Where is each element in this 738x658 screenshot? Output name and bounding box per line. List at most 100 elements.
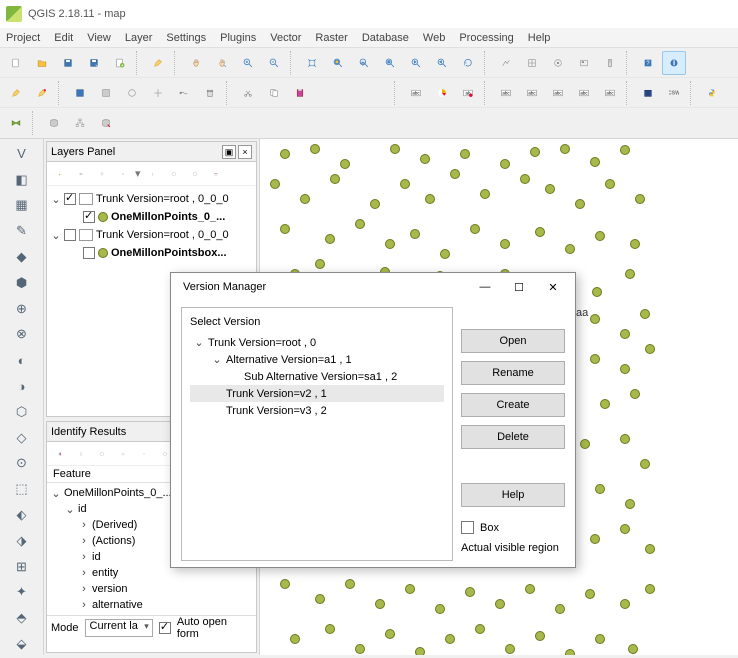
menu-web[interactable]: Web: [423, 32, 445, 44]
left-tool-7[interactable]: ⊗: [8, 324, 36, 346]
left-tool-11[interactable]: ◇: [8, 427, 36, 449]
help-button[interactable]: Help: [461, 483, 565, 507]
left-tool-2[interactable]: ▦: [8, 195, 36, 217]
db-cylinder-button[interactable]: [42, 111, 66, 135]
zoom-last-button[interactable]: [404, 51, 428, 75]
expr-button[interactable]: ε: [114, 165, 132, 183]
style-button[interactable]: [51, 165, 69, 183]
abc-pin-button[interactable]: abc: [494, 81, 518, 105]
zoom-in-button[interactable]: [236, 51, 260, 75]
zoom-native-button[interactable]: [378, 51, 402, 75]
delete-button[interactable]: [198, 81, 222, 105]
layer-group[interactable]: ⌄Trunk Version=root , 0_0_0: [49, 226, 254, 244]
menu-raster[interactable]: Raster: [315, 32, 347, 44]
node-tool-button[interactable]: [172, 81, 196, 105]
tool-x1-button[interactable]: [494, 51, 518, 75]
new-project-button[interactable]: [4, 51, 28, 75]
abc-highlight-button[interactable]: ab: [456, 81, 480, 105]
help-button[interactable]: ?: [636, 51, 660, 75]
left-tool-9[interactable]: ◑: [8, 375, 36, 397]
edit-pencil-button[interactable]: [4, 81, 28, 105]
refresh-canvas-button[interactable]: [456, 51, 480, 75]
collapse-button[interactable]: [186, 165, 204, 183]
mouse-button[interactable]: [598, 51, 622, 75]
menu-database[interactable]: Database: [362, 32, 409, 44]
save-as-button[interactable]: [82, 51, 106, 75]
rename-button[interactable]: Rename: [461, 361, 565, 385]
left-tool-14[interactable]: ⬖: [8, 504, 36, 526]
pan-button[interactable]: [184, 51, 208, 75]
refresh-button[interactable]: [146, 51, 170, 75]
box-checkbox[interactable]: [461, 521, 474, 534]
left-tool-18[interactable]: ⬘: [8, 607, 36, 629]
edit2-button[interactable]: [30, 81, 54, 105]
open-project-button[interactable]: [30, 51, 54, 75]
cut-button[interactable]: [236, 81, 260, 105]
zoom-out-button[interactable]: [262, 51, 286, 75]
paste-button[interactable]: [288, 81, 312, 105]
save-edits-button[interactable]: [68, 81, 92, 105]
layer-item[interactable]: OneMillonPointsbox...: [49, 244, 254, 262]
menu-plugins[interactable]: Plugins: [220, 32, 256, 44]
menu-vector[interactable]: Vector: [270, 32, 301, 44]
zoom-layer-button[interactable]: [352, 51, 376, 75]
version-item[interactable]: Trunk Version=v2 , 1: [190, 385, 444, 402]
id-tool3[interactable]: [93, 445, 111, 463]
zoom-next-button[interactable]: [430, 51, 454, 75]
expand-button[interactable]: [165, 165, 183, 183]
layer-tree[interactable]: ⌄Trunk Version=root , 0_0_0OneMillonPoin…: [47, 186, 256, 266]
zoom-full-button[interactable]: [300, 51, 324, 75]
left-tool-17[interactable]: ✦: [8, 582, 36, 604]
left-tool-10[interactable]: ⬡: [8, 401, 36, 423]
layer-item[interactable]: OneMillonPoints_0_...: [49, 208, 254, 226]
left-tool-0[interactable]: V: [8, 143, 36, 165]
new-layer-button[interactable]: [108, 51, 132, 75]
version-item[interactable]: ⌄Trunk Version=root , 0: [190, 334, 444, 351]
identify-row[interactable]: ›alternative: [51, 597, 252, 613]
id-tool4[interactable]: [114, 445, 132, 463]
version-item[interactable]: Trunk Version=v3 , 2: [190, 402, 444, 419]
abc-show-button[interactable]: abc: [520, 81, 544, 105]
tool-x3-button[interactable]: [546, 51, 570, 75]
add-ring-button[interactable]: [120, 81, 144, 105]
add-feature-button[interactable]: [94, 81, 118, 105]
visibility-button[interactable]: [72, 165, 90, 183]
left-tool-1[interactable]: ◧: [8, 169, 36, 191]
identify-button[interactable]: i: [662, 51, 686, 75]
left-tool-3[interactable]: ✎: [8, 220, 36, 242]
close-icon[interactable]: ✕: [539, 277, 567, 297]
menu-edit[interactable]: Edit: [54, 32, 73, 44]
left-tool-4[interactable]: ◆: [8, 246, 36, 268]
delete-button[interactable]: Delete: [461, 425, 565, 449]
copy-button[interactable]: [262, 81, 286, 105]
version-item[interactable]: Sub Alternative Version=sa1 , 2: [190, 368, 444, 385]
close-icon[interactable]: ×: [238, 145, 252, 159]
sort-button[interactable]: [144, 165, 162, 183]
undock-icon[interactable]: ▣: [222, 145, 236, 159]
csw-button[interactable]: CSW: [662, 81, 686, 105]
left-tool-19[interactable]: ⬙: [8, 633, 36, 655]
left-tool-12[interactable]: ⊙: [8, 453, 36, 475]
tool-x2-button[interactable]: [520, 51, 544, 75]
maximize-icon[interactable]: ☐: [505, 277, 533, 297]
left-tool-6[interactable]: ⊕: [8, 298, 36, 320]
left-tool-8[interactable]: ◐: [8, 349, 36, 371]
menu-project[interactable]: Project: [6, 32, 40, 44]
layer-group[interactable]: ⌄Trunk Version=root , 0_0_0: [49, 190, 254, 208]
org-chart-button[interactable]: [68, 111, 92, 135]
id-tool5[interactable]: [135, 445, 153, 463]
identify-row[interactable]: ›version: [51, 581, 252, 597]
version-tree[interactable]: ⌄Trunk Version=root , 0⌄Alternative Vers…: [190, 334, 444, 419]
tool-x4-button[interactable]: [572, 51, 596, 75]
pan-to-selection-button[interactable]: [210, 51, 234, 75]
id-tool2[interactable]: [72, 445, 90, 463]
book-button[interactable]: [636, 81, 660, 105]
version-item[interactable]: ⌄Alternative Version=a1 , 1: [190, 351, 444, 368]
filter-button[interactable]: [93, 165, 111, 183]
menu-layer[interactable]: Layer: [125, 32, 153, 44]
remove-layer-button[interactable]: [207, 165, 225, 183]
left-tool-15[interactable]: ⬗: [8, 530, 36, 552]
id-tool1[interactable]: [51, 445, 69, 463]
pie-label-button[interactable]: [430, 81, 454, 105]
bowtie-button[interactable]: [4, 111, 28, 135]
